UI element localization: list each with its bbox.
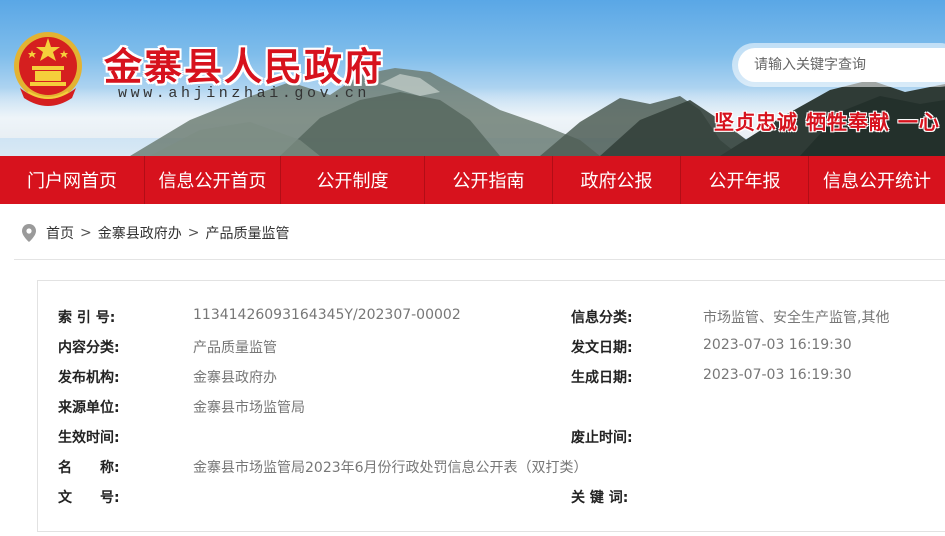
created-date-label: 生成日期:: [571, 370, 633, 386]
breadcrumb-item-gov-office[interactable]: 金寨县政府办: [98, 223, 182, 243]
publisher-label: 发布机构:: [58, 370, 120, 386]
info-row: 发布机构: 金寨县政府办 生成日期: 2023-07-03 16:19:30: [38, 367, 945, 397]
category-label: 信息分类:: [571, 310, 633, 326]
publisher-value: 金寨县政府办: [193, 370, 277, 386]
info-row: 生效时间: 废止时间:: [38, 427, 945, 457]
info-row: 来源单位: 金寨县市场监管局: [38, 397, 945, 427]
breadcrumb: 首页 > 金寨县政府办 > 产品质量监管: [22, 222, 289, 244]
search-box: [732, 43, 945, 87]
info-row: 名 称: 金寨县市场监管局2023年6月份行政处罚信息公开表（双打类）: [38, 457, 945, 487]
nav-item-gov-gazette[interactable]: 政府公报: [553, 156, 681, 204]
main-nav: 门户网首页 信息公开首页 公开制度 公开指南 政府公报 公开年报 信息公开统计: [0, 156, 945, 204]
category-value: 市场监管、安全生产监管,其他: [703, 310, 890, 326]
breadcrumb-separator: >: [187, 225, 200, 241]
slogan: 坚贞忠诚 牺牲奉献 一心: [714, 110, 940, 134]
nav-item-disclosure-system[interactable]: 公开制度: [281, 156, 425, 204]
created-date-value: 2023-07-03 16:19:30: [703, 367, 852, 383]
source-unit-label: 来源单位:: [58, 400, 120, 416]
national-emblem-icon: [14, 32, 82, 106]
index-label: 索 引 号:: [58, 310, 116, 326]
issue-date-value: 2023-07-03 16:19:30: [703, 337, 852, 353]
site-url: www.ahjinzhai.gov.cn: [118, 85, 371, 102]
nav-item-info-statistics[interactable]: 信息公开统计: [809, 156, 945, 204]
breadcrumb-divider: [14, 259, 945, 260]
issue-date-label: 发文日期:: [571, 340, 633, 356]
doc-number-label: 文 号:: [58, 490, 120, 506]
nav-item-annual-report[interactable]: 公开年报: [681, 156, 809, 204]
search-input[interactable]: [738, 48, 945, 82]
info-row: 索 引 号: 11341426093164345Y/202307-00002 信…: [38, 307, 945, 337]
doc-name-value: 金寨县市场监管局2023年6月份行政处罚信息公开表（双打类）: [193, 460, 588, 476]
nav-item-info-home[interactable]: 信息公开首页: [145, 156, 281, 204]
content-category-value: 产品质量监管: [193, 340, 277, 356]
nav-item-disclosure-guide[interactable]: 公开指南: [425, 156, 553, 204]
abolish-time-label: 废止时间:: [571, 430, 633, 446]
breadcrumb-item-current[interactable]: 产品质量监管: [205, 223, 289, 243]
index-value: 11341426093164345Y/202307-00002: [193, 307, 461, 323]
site-title[interactable]: 金寨县人民政府: [104, 36, 384, 91]
breadcrumb-separator: >: [80, 225, 92, 241]
breadcrumb-item-home[interactable]: 首页: [46, 223, 74, 243]
nav-item-portal-home[interactable]: 门户网首页: [0, 156, 145, 204]
info-row: 文 号: 关 键 词:: [38, 487, 945, 517]
doc-name-label: 名 称:: [58, 460, 120, 476]
info-row: 内容分类: 产品质量监管 发文日期: 2023-07-03 16:19:30: [38, 337, 945, 367]
source-unit-value: 金寨县市场监管局: [193, 400, 305, 416]
keywords-label: 关 键 词:: [571, 490, 629, 506]
effective-time-label: 生效时间:: [58, 430, 120, 446]
document-info-table: 索 引 号: 11341426093164345Y/202307-00002 信…: [37, 280, 945, 532]
site-header: 金寨县人民政府 www.ahjinzhai.gov.cn 坚贞忠诚 牺牲奉献 一…: [0, 0, 945, 156]
location-pin-icon: [22, 224, 36, 242]
content-category-label: 内容分类:: [58, 340, 120, 356]
